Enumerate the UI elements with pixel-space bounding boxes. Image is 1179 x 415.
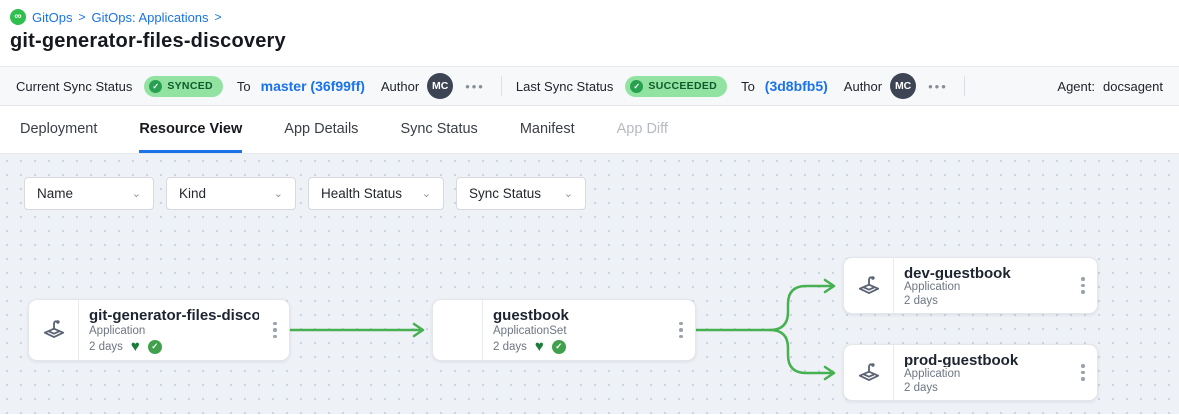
breadcrumb-separator: > — [215, 10, 222, 24]
health-heart-icon: ♥ — [535, 339, 544, 354]
filter-health-status-dropdown[interactable]: Health Status ⌄ — [308, 177, 444, 210]
last-to-label: To — [741, 79, 755, 94]
node-age: 2 days — [89, 341, 123, 353]
current-author-avatar: MC — [427, 73, 453, 99]
tab-sync-status[interactable]: Sync Status — [400, 106, 477, 153]
node-name: git-generator-files-disco... — [89, 307, 259, 324]
succeeded-badge: ✓ SUCCEEDED — [625, 76, 727, 97]
node-meta: 2 days — [904, 382, 1067, 394]
filter-name-dropdown[interactable]: Name ⌄ — [24, 177, 154, 210]
node-kind: ApplicationSet — [493, 325, 665, 337]
current-author-label: Author — [381, 79, 419, 94]
current-sync-status-label: Current Sync Status — [16, 79, 132, 94]
chevron-down-icon: ⌄ — [274, 187, 283, 200]
current-to-label: To — [237, 79, 251, 94]
application-icon — [41, 317, 67, 343]
node-body: dev-guestbook Application 2 days — [894, 258, 1069, 313]
current-revision-link[interactable]: master (36f99ff) — [261, 78, 365, 94]
graph-filters: Name ⌄ Kind ⌄ Health Status ⌄ Sync Statu… — [24, 177, 586, 210]
node-body: git-generator-files-disco... Application… — [79, 300, 261, 360]
node-icon-cell — [433, 300, 483, 360]
kebab-menu-icon — [273, 322, 277, 339]
kebab-menu-icon — [679, 322, 683, 339]
node-age: 2 days — [904, 295, 938, 307]
node-body: guestbook ApplicationSet 2 days ♥ ✓ — [483, 300, 667, 360]
check-icon: ✓ — [149, 80, 162, 93]
chevron-down-icon: ⌄ — [132, 187, 141, 200]
breadcrumb-separator: > — [78, 10, 85, 24]
succeeded-badge-label: SUCCEEDED — [648, 80, 717, 92]
tab-app-details[interactable]: App Details — [284, 106, 358, 153]
node-icon-cell — [29, 300, 79, 360]
divider — [964, 76, 965, 96]
agent-label: Agent: — [1057, 79, 1095, 94]
page-header: ∞ GitOps > GitOps: Applications > git-ge… — [0, 0, 1179, 66]
filter-sync-status-dropdown[interactable]: Sync Status ⌄ — [456, 177, 586, 210]
current-more-menu-icon[interactable]: ••• — [465, 79, 485, 94]
node-meta: 2 days ♥ ✓ — [493, 339, 665, 354]
tab-resource-view[interactable]: Resource View — [139, 106, 242, 153]
node-name: dev-guestbook — [904, 265, 1067, 280]
breadcrumb: ∞ GitOps > GitOps: Applications > — [10, 9, 1163, 25]
node-icon-cell — [844, 258, 894, 313]
tab-app-diff: App Diff — [617, 106, 668, 153]
node-guestbook[interactable]: guestbook ApplicationSet 2 days ♥ ✓ — [432, 299, 696, 361]
filter-sync-status-label: Sync Status — [469, 186, 541, 201]
application-icon — [856, 360, 882, 386]
gitops-application-page: ∞ GitOps > GitOps: Applications > git-ge… — [0, 0, 1179, 415]
node-meta: 2 days ♥ ✓ — [89, 339, 259, 354]
kebab-menu-icon — [1081, 277, 1085, 294]
agent-value: docsagent — [1103, 79, 1163, 94]
gitops-logo-icon: ∞ — [10, 9, 26, 25]
last-author-avatar: MC — [890, 73, 916, 99]
tab-deployment[interactable]: Deployment — [20, 106, 97, 153]
chevron-down-icon: ⌄ — [564, 187, 573, 200]
resource-graph: Name ⌄ Kind ⌄ Health Status ⌄ Sync Statu… — [0, 154, 1179, 414]
node-dev-guestbook[interactable]: dev-guestbook Application 2 days — [843, 257, 1098, 314]
node-kebab-menu[interactable] — [667, 300, 695, 360]
tab-manifest[interactable]: Manifest — [520, 106, 575, 153]
node-kind: Application — [904, 368, 1067, 380]
node-prod-guestbook[interactable]: prod-guestbook Application 2 days — [843, 344, 1098, 401]
filter-health-status-label: Health Status — [321, 186, 402, 201]
health-heart-icon: ♥ — [131, 339, 140, 354]
node-name: guestbook — [493, 307, 665, 324]
synced-badge: ✓ SYNCED — [144, 76, 223, 97]
application-icon — [856, 273, 882, 299]
page-title: git-generator-files-discovery — [10, 30, 1163, 53]
node-body: prod-guestbook Application 2 days — [894, 345, 1069, 400]
tab-bar: Deployment Resource View App Details Syn… — [0, 106, 1179, 154]
last-sync-status-label: Last Sync Status — [516, 79, 614, 94]
node-meta: 2 days — [904, 295, 1067, 307]
check-icon: ✓ — [630, 80, 643, 93]
sync-status-bar: Current Sync Status ✓ SYNCED To master (… — [0, 66, 1179, 106]
agent-info: Agent: docsagent — [1057, 79, 1163, 94]
divider — [501, 76, 502, 96]
synced-badge-label: SYNCED — [167, 80, 213, 92]
breadcrumb-gitops[interactable]: GitOps — [32, 10, 72, 25]
node-age: 2 days — [493, 341, 527, 353]
synced-check-icon: ✓ — [148, 340, 162, 354]
node-git-generator-files-discovery[interactable]: git-generator-files-disco... Application… — [28, 299, 290, 361]
synced-check-icon: ✓ — [552, 340, 566, 354]
filter-name-label: Name — [37, 186, 73, 201]
chevron-down-icon: ⌄ — [422, 187, 431, 200]
last-author-label: Author — [844, 79, 882, 94]
node-kebab-menu[interactable] — [261, 300, 289, 360]
last-revision-link[interactable]: (3d8bfb5) — [765, 78, 828, 94]
node-kind: Application — [904, 281, 1067, 293]
node-kebab-menu[interactable] — [1069, 345, 1097, 400]
node-icon-cell — [844, 345, 894, 400]
node-kind: Application — [89, 325, 259, 337]
breadcrumb-applications[interactable]: GitOps: Applications — [91, 10, 208, 25]
node-name: prod-guestbook — [904, 352, 1067, 367]
kebab-menu-icon — [1081, 364, 1085, 381]
filter-kind-dropdown[interactable]: Kind ⌄ — [166, 177, 296, 210]
filter-kind-label: Kind — [179, 186, 206, 201]
node-age: 2 days — [904, 382, 938, 394]
last-more-menu-icon[interactable]: ••• — [928, 79, 948, 94]
node-kebab-menu[interactable] — [1069, 258, 1097, 313]
